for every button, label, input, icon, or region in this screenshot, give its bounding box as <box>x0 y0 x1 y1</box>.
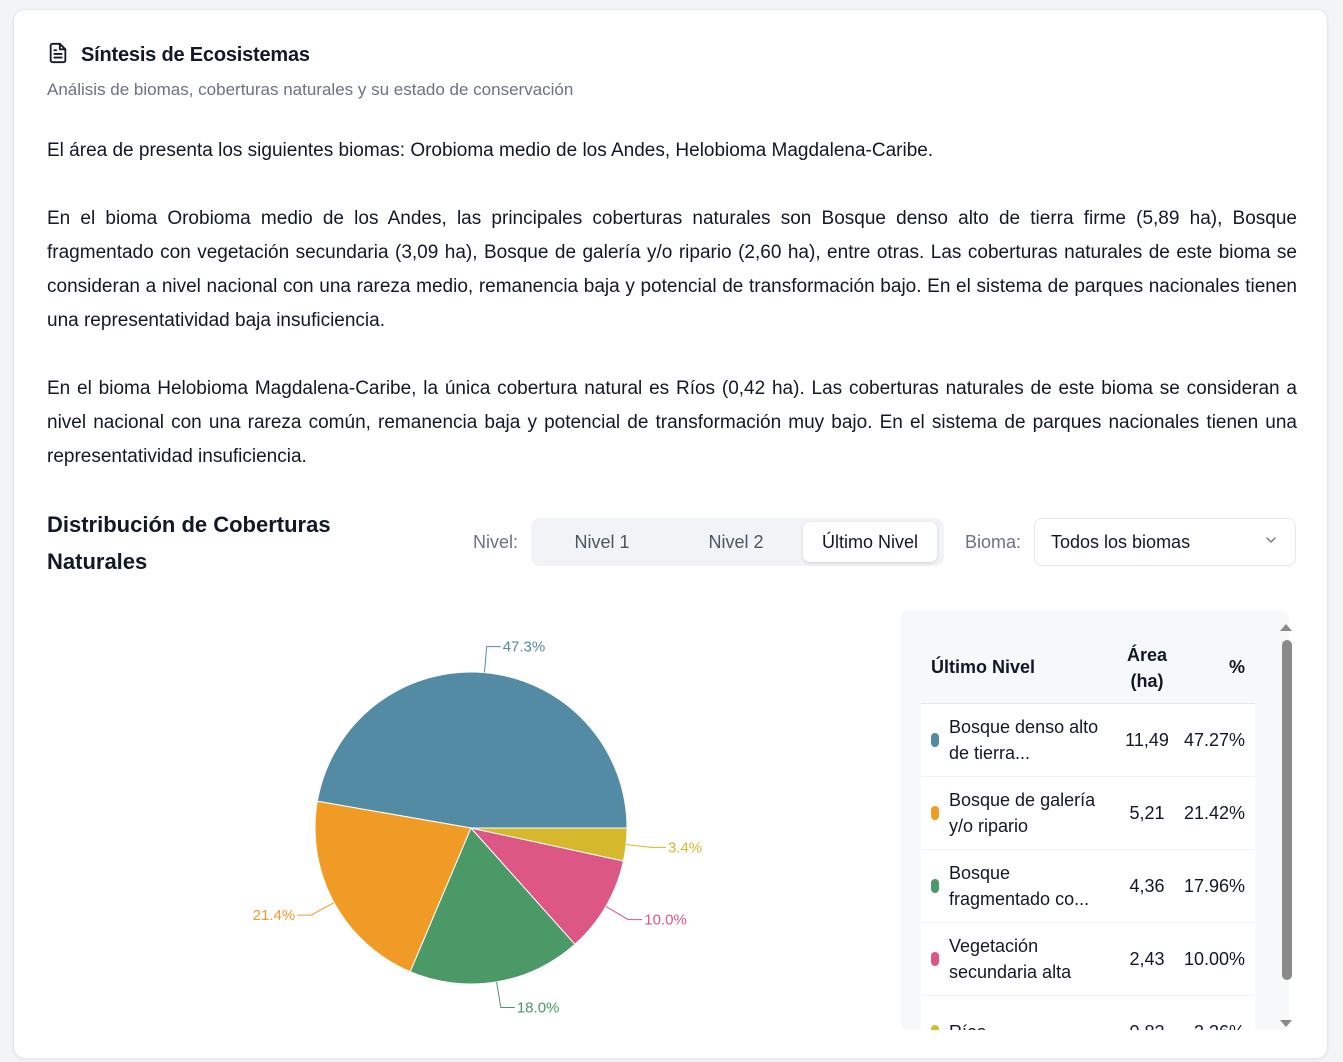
header-pct: % <box>1228 657 1245 677</box>
pie-label: 18.0% <box>517 1000 560 1017</box>
pie-label-line <box>605 906 643 921</box>
tab-nivel-1[interactable]: Nivel 1 <box>535 522 669 562</box>
pie-chart-svg: 47.3% 21.4% 18.0% 10.0% 3.4% <box>253 639 703 1017</box>
row-pct: 3.36% <box>1183 1022 1255 1031</box>
row-pct: 10.00% <box>1183 948 1245 969</box>
row-name-cell: Vegetación secundaria alta <box>921 933 1111 985</box>
row-name-cell: Bosque de galería y/o ripario <box>921 787 1111 839</box>
row-pct: 17.96% <box>1183 875 1245 896</box>
pie-label: 3.4% <box>668 839 702 856</box>
coverage-table-panel: Último Nivel Área (ha) % Bosque denso al… <box>901 610 1289 1030</box>
pie-label: 47.3% <box>503 639 546 656</box>
legend-dot <box>931 952 939 966</box>
tab-nivel-2[interactable]: Nivel 2 <box>669 522 803 562</box>
row-pct: 47.27% <box>1183 729 1245 750</box>
bioma-select-value: Todos los biomas <box>1051 531 1191 552</box>
document-icon <box>47 42 69 69</box>
row-name-cell: Bosque denso alto de tierra... <box>921 714 1111 766</box>
legend-dot <box>931 1025 939 1030</box>
coverage-table: Último Nivel Área (ha) % Bosque denso al… <box>921 632 1255 1030</box>
ecosystem-synthesis-card: Síntesis de Ecosistemas Análisis de biom… <box>13 9 1328 1059</box>
table-body: Bosque denso alto de tierra... 11,49 47.27… <box>921 704 1255 1030</box>
section-title: Distribución de Coberturas Naturales <box>47 512 331 574</box>
table-row[interactable]: Bosque denso alto de tierra... 11,49 47.27… <box>921 704 1255 777</box>
pie-chart: 47.3% 21.4% 18.0% 10.0% 3.4% <box>234 610 734 1030</box>
row-area: 2,43 <box>1129 948 1165 969</box>
pie-label-line <box>483 646 501 673</box>
table-scrollbar[interactable] <box>1279 622 1293 1034</box>
table-row[interactable]: Bosque de galería y/o ripario 5,21 21.42% <box>921 777 1255 850</box>
row-pct: 21.42% <box>1183 802 1245 823</box>
bioma-label: Bioma: <box>965 532 1022 552</box>
row-name-cell: Ríos <box>921 1019 1111 1030</box>
scroll-up-icon[interactable] <box>1280 624 1292 631</box>
nivel-label: Nivel: <box>473 532 519 552</box>
row-name-cell: Bosque fragmentado co... <box>921 860 1111 912</box>
chevron-down-icon <box>1263 532 1279 553</box>
table-row[interactable]: Ríos 0,823.36% <box>921 996 1255 1030</box>
card-header: Síntesis de Ecosistemas <box>47 42 310 69</box>
table-row[interactable]: Bosque fragmentado co... 4,36 17.96% <box>921 850 1255 923</box>
paragraph-orobioma: En el bioma Orobioma medio de los Andes,… <box>47 208 1297 331</box>
row-name: Bosque fragmentado co... <box>949 863 1090 909</box>
table-row[interactable]: Vegetación secundaria alta 2,43 10.00% <box>921 923 1255 996</box>
scroll-down-icon[interactable] <box>1280 1020 1292 1027</box>
pie-label: 21.4% <box>253 907 296 924</box>
row-area: 11,49 <box>1125 729 1169 750</box>
row-area: 5,21 <box>1129 802 1165 823</box>
pie-label: 10.0% <box>644 912 687 929</box>
pie-label-line <box>626 844 666 848</box>
legend-dot <box>931 806 939 820</box>
page-subtitle: Análisis de biomas, coberturas naturales… <box>47 80 574 99</box>
legend-dot <box>931 879 939 893</box>
row-name: Vegetación secundaria alta <box>949 936 1072 982</box>
row-name: Bosque de galería y/o ripario <box>949 790 1096 836</box>
pie-slice[interactable] <box>316 671 628 829</box>
header-name: Último Nivel <box>931 657 1036 677</box>
legend-dot <box>931 733 939 747</box>
pie-label-line <box>297 902 335 916</box>
pie-label-line <box>496 981 515 1009</box>
paragraph-intro: El área de presenta los siguientes bioma… <box>47 140 934 161</box>
bioma-select[interactable]: Todos los biomas <box>1034 518 1296 566</box>
row-name: Ríos <box>949 1019 986 1030</box>
nivel-segmented-control: Nivel 1 Nivel 2 Último Nivel <box>531 518 944 566</box>
row-name: Bosque denso alto de tierra... <box>949 717 1099 763</box>
table-header: Último Nivel Área (ha) % <box>921 632 1255 704</box>
tab-ultimo-nivel[interactable]: Último Nivel <box>803 522 937 562</box>
scroll-thumb[interactable] <box>1282 640 1292 980</box>
row-area: 4,36 <box>1129 875 1165 896</box>
page-title: Síntesis de Ecosistemas <box>81 44 310 66</box>
header-area: Área (ha) <box>1126 644 1168 691</box>
paragraph-helobioma: En el bioma Helobioma Magdalena-Caribe, … <box>47 378 1297 467</box>
row-area: 0,82 <box>1111 1022 1183 1031</box>
